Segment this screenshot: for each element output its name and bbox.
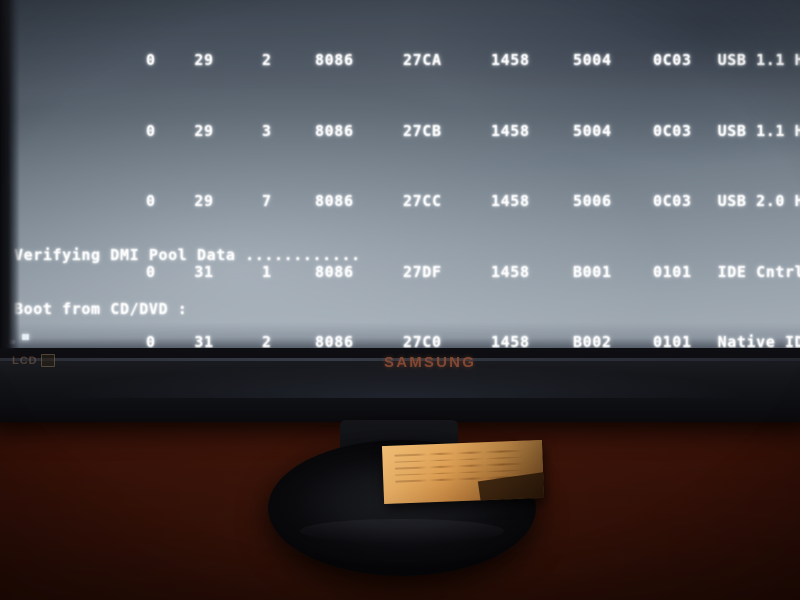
cell-dev: 29 bbox=[194, 51, 214, 70]
cell-desc: USB 1.1 Host Cntrlr bbox=[717, 121, 800, 140]
cell-dev: 29 bbox=[194, 121, 214, 140]
lcd-badge-text: LCD bbox=[12, 354, 38, 367]
samsung-monitor: 0 29 2 8086 27CA 1458 5004 0C03 USB 1.1 Host Cnt… bbox=[0, 0, 800, 422]
lcd-badge: LCD bbox=[12, 354, 55, 367]
cell-subvendor: 1458 bbox=[491, 192, 530, 211]
cell-vendor: 8086 bbox=[315, 51, 354, 70]
cell-device: 27CC bbox=[403, 192, 442, 211]
lcd-badge-square-icon bbox=[40, 354, 55, 367]
photograph-of-monitor: 0 29 2 8086 27CA 1458 5004 0C03 USB 1.1 Host Cnt… bbox=[0, 0, 800, 600]
samsung-brand-logo: SAMSUNG bbox=[384, 354, 477, 371]
cell-subvendor: 1458 bbox=[491, 121, 530, 140]
cell-fun: 2 bbox=[261, 51, 272, 70]
cell-subdevice: 5004 bbox=[573, 121, 612, 140]
cell-subvendor: 1458 bbox=[491, 51, 530, 70]
cell-subdevice: 5006 bbox=[573, 192, 612, 211]
screen-left-clip-edge bbox=[0, 0, 20, 348]
bios-console: 0 29 2 8086 27CA 1458 5004 0C03 USB 1.1 Host Cnt… bbox=[0, 0, 800, 348]
cell-device: 27CB bbox=[403, 121, 442, 140]
cell-device: 27CA bbox=[403, 51, 442, 70]
boot-message-block: Verifying DMI Pool Data ............ Boo… bbox=[14, 212, 717, 348]
table-row: 0 29 3 8086 27CB 1458 5004 0C03 USB 1.1 Host Cnt… bbox=[0, 105, 800, 139]
text-cursor bbox=[22, 334, 29, 340]
cell-dev: 29 bbox=[194, 192, 214, 211]
cell-desc: USB 2.0 Host Cntrlr bbox=[717, 192, 800, 211]
cell-class: 0C03 bbox=[653, 121, 692, 140]
cell-class: 0C03 bbox=[653, 51, 692, 70]
cell-class: 0C03 bbox=[653, 192, 692, 211]
cell-vendor: 8086 bbox=[315, 121, 354, 140]
cell-bus: 0 bbox=[145, 192, 156, 211]
cell-fun: 7 bbox=[261, 192, 272, 211]
cell-desc: USB 1.1 Host Cntrlr bbox=[717, 51, 800, 70]
cell-bus: 0 bbox=[145, 51, 156, 70]
boot-from-line: Boot from CD/DVD : bbox=[14, 300, 188, 319]
cell-fun: 3 bbox=[261, 121, 272, 140]
handwritten-paper-note bbox=[381, 439, 545, 505]
verifying-dmi-line: Verifying DMI Pool Data ............ bbox=[14, 246, 361, 265]
table-row: 0 29 7 8086 27CC 1458 5006 0C03 USB 2.0 Host Cnt… bbox=[0, 176, 800, 210]
table-row: 0 29 2 8086 27CA 1458 5004 0C03 USB 1.1 Host Cnt… bbox=[0, 35, 800, 69]
cell-subdevice: 5004 bbox=[573, 51, 612, 70]
monitor-screen: 0 29 2 8086 27CA 1458 5004 0C03 USB 1.1 Host Cnt… bbox=[0, 0, 800, 348]
cell-bus: 0 bbox=[145, 121, 156, 140]
cell-vendor: 8086 bbox=[315, 192, 354, 211]
